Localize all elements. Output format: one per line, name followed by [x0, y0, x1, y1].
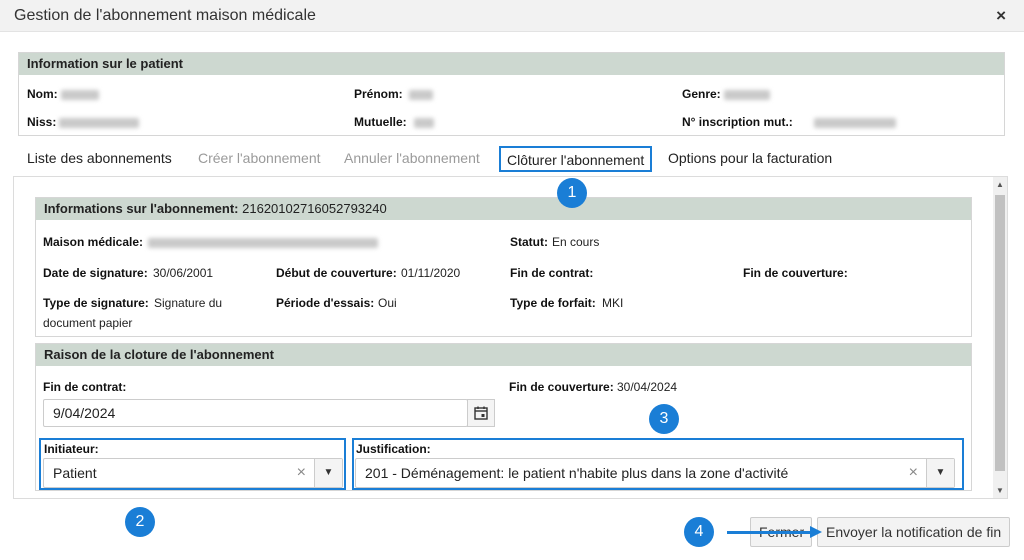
patient-info-panel: Information sur le patient Nom: Prénom: …: [18, 52, 1005, 136]
debut-couverture-label: Début de couverture:: [276, 266, 397, 280]
scrollbar-thumb[interactable]: [995, 195, 1005, 471]
initiateur-selected-value: Patient: [53, 465, 97, 481]
justification-select[interactable]: 201 - Déménagement: le patient n'habite …: [355, 458, 955, 488]
tab-content: Informations sur l'abonnement: 216201027…: [13, 176, 1008, 499]
tab-annuler-abonnement[interactable]: Annuler l'abonnement: [344, 146, 480, 172]
type-signature-label: Type de signature:: [43, 296, 149, 310]
type-signature-value-line1: Signature du: [154, 296, 223, 310]
initiateur-label: Initiateur:: [44, 442, 99, 456]
prenom-value-redacted: [409, 90, 433, 100]
type-signature-value-line2: document papier: [43, 316, 133, 330]
periode-essais-label: Période d'essais:: [276, 296, 375, 310]
closure-reason-header: Raison de la cloture de l'abonnement: [36, 344, 971, 366]
patient-info-header: Information sur le patient: [19, 53, 1004, 75]
maison-medicale-value-redacted: [148, 238, 378, 248]
fin-contrat-date-input[interactable]: 9/04/2024: [43, 399, 468, 427]
periode-essais-value: Oui: [378, 296, 397, 310]
chevron-down-icon[interactable]: ▼: [314, 459, 342, 487]
justification-selected-value: 201 - Déménagement: le patient n'habite …: [365, 465, 789, 481]
subscription-id: 21620102716052793240: [242, 201, 387, 216]
fin-couverture-info-label: Fin de couverture:: [743, 266, 848, 280]
subscription-info-header: Informations sur l'abonnement: 216201027…: [36, 198, 971, 220]
window-titlebar: Gestion de l'abonnement maison médicale …: [0, 0, 1024, 32]
scroll-down-icon[interactable]: ▼: [996, 486, 1004, 495]
calendar-icon[interactable]: [467, 399, 495, 427]
statut-label: Statut:: [510, 235, 548, 249]
fin-couverture-value: 30/04/2024: [617, 380, 678, 394]
maison-medicale-label: Maison médicale:: [43, 235, 144, 249]
annotation-badge-3: 3: [649, 404, 679, 434]
annotation-arrow-head: [810, 526, 822, 538]
subscription-info-panel: Informations sur l'abonnement: 216201027…: [35, 197, 972, 337]
date-signature-label: Date de signature:: [43, 266, 148, 280]
debut-couverture-value: 01/11/2020: [401, 266, 461, 280]
fin-couverture-label: Fin de couverture:: [509, 380, 614, 394]
clear-justification-icon[interactable]: ×: [909, 464, 918, 482]
mutuelle-label: Mutuelle:: [354, 115, 407, 129]
closure-reason-panel: Raison de la cloture de l'abonnement Fin…: [35, 343, 972, 491]
tab-creer-abonnement[interactable]: Créer l'abonnement: [198, 146, 321, 172]
scroll-up-icon[interactable]: ▲: [996, 180, 1004, 189]
genre-label: Genre:: [682, 87, 721, 101]
window-title: Gestion de l'abonnement maison médicale: [14, 7, 316, 24]
justification-label: Justification:: [356, 442, 431, 456]
statut-value: En cours: [552, 235, 600, 249]
annotation-badge-4: 4: [684, 517, 714, 547]
annotation-arrow-line: [727, 531, 815, 534]
niss-label: Niss:: [27, 115, 57, 129]
tab-liste-abonnements[interactable]: Liste des abonnements: [27, 146, 172, 172]
annotation-badge-1: 1: [557, 178, 587, 208]
initiateur-select[interactable]: Patient × ▼: [43, 458, 343, 488]
send-end-notification-button[interactable]: Envoyer la notification de fin: [817, 517, 1011, 547]
annotation-badge-2: 2: [125, 507, 155, 537]
date-signature-value: 30/06/2001: [153, 266, 214, 280]
tab-options-facturation[interactable]: Options pour la facturation: [668, 146, 832, 172]
clear-initiateur-icon[interactable]: ×: [297, 464, 306, 482]
vertical-scrollbar[interactable]: ▲ ▼: [993, 177, 1007, 498]
fin-contrat-info-label: Fin de contrat:: [510, 266, 594, 280]
nom-value-redacted: [61, 90, 99, 100]
type-forfait-label: Type de forfait:: [510, 296, 596, 310]
genre-value-redacted: [724, 90, 770, 100]
chevron-down-icon[interactable]: ▼: [926, 459, 954, 487]
close-icon[interactable]: ×: [996, 6, 1006, 26]
tab-cloturer-abonnement[interactable]: Clôturer l'abonnement: [499, 146, 653, 172]
subscription-header-label: Informations sur l'abonnement:: [44, 201, 239, 216]
nom-label: Nom:: [27, 87, 58, 101]
mutuelle-value-redacted: [414, 118, 434, 128]
niss-value-redacted: [59, 118, 139, 128]
type-forfait-value: MKI: [602, 296, 624, 310]
inscription-label: N° inscription mut.:: [682, 115, 793, 129]
fin-contrat-label: Fin de contrat:: [43, 380, 127, 394]
prenom-label: Prénom:: [354, 87, 403, 101]
inscription-value-redacted: [814, 118, 896, 128]
